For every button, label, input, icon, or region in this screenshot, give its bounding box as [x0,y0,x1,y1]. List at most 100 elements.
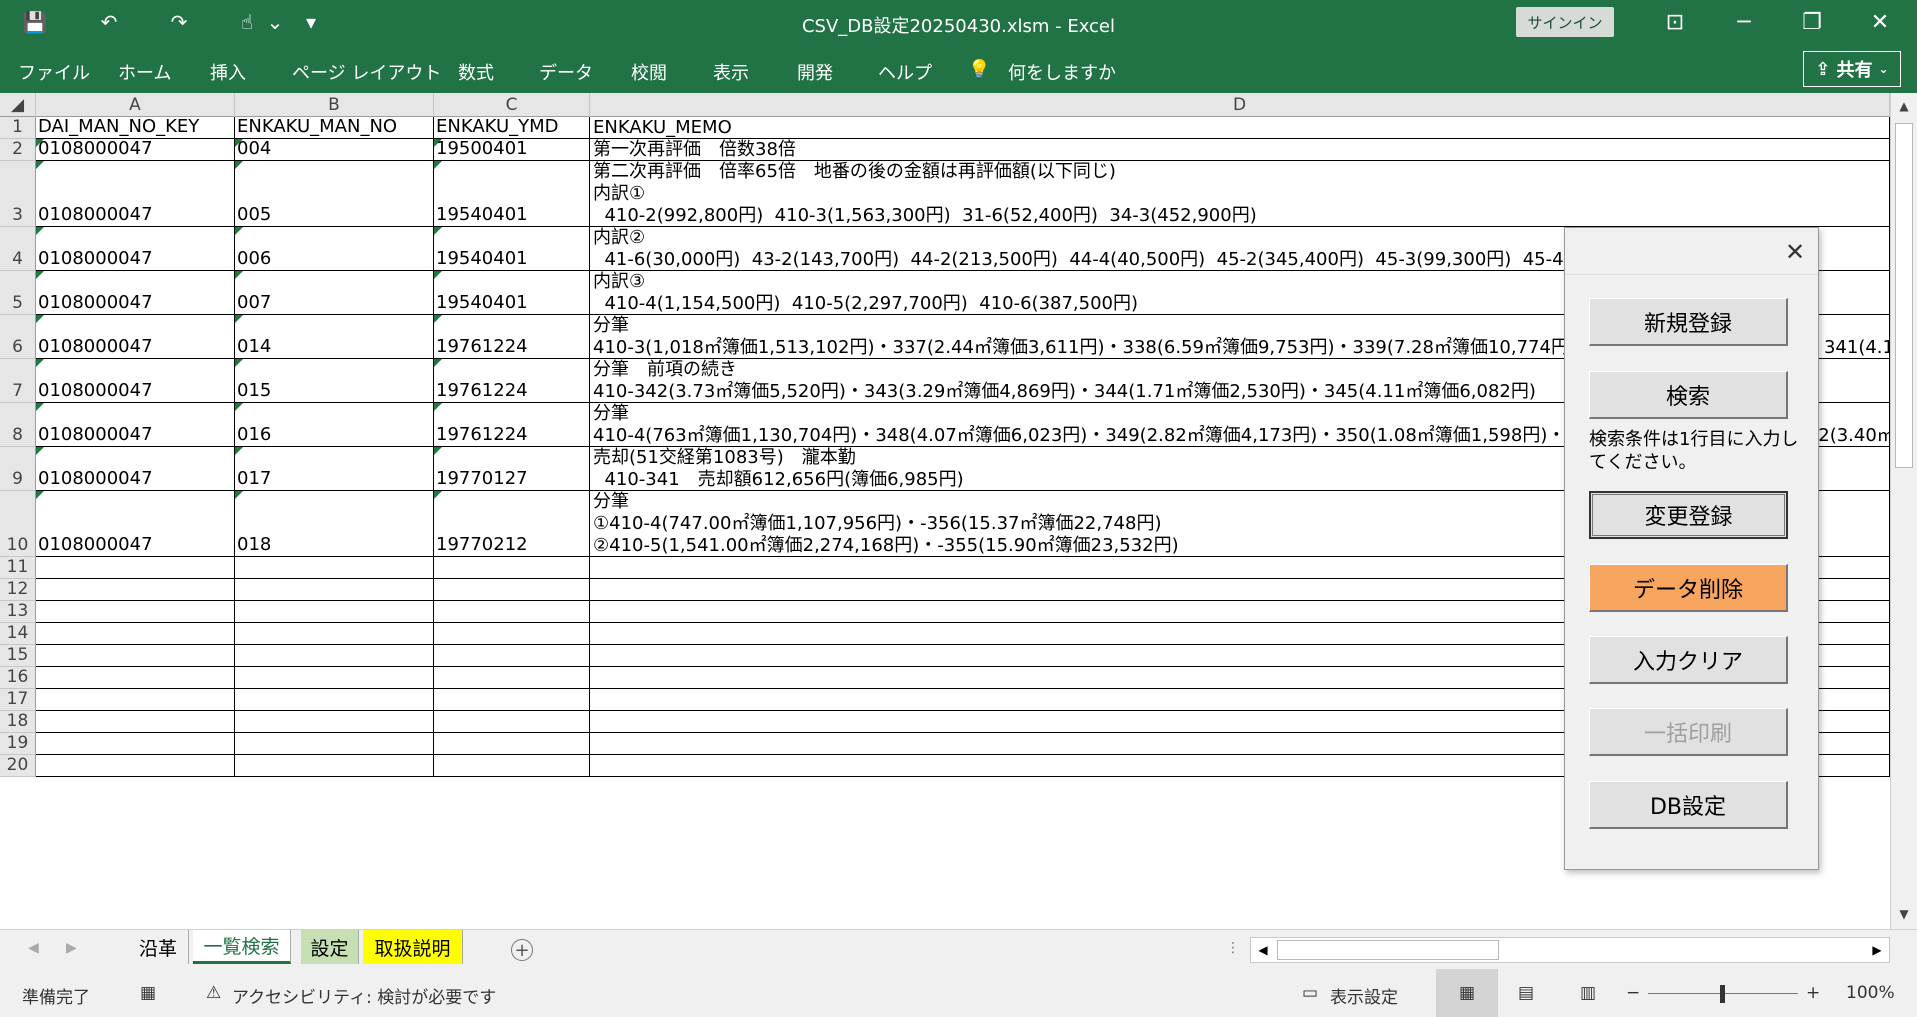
share-button[interactable]: ⇪ 共有 ⌄ [1803,51,1901,87]
tab-help[interactable]: ヘルプ [878,59,932,85]
cell-a[interactable] [36,601,235,623]
row-header[interactable]: 20 [0,755,36,777]
cell-c[interactable]: 19761224 [434,315,590,359]
cell-a[interactable]: 0108000047 [36,359,235,403]
undo-icon[interactable]: ↶ [96,8,122,36]
cell-a[interactable] [36,689,235,711]
macro-record-icon[interactable]: ▦ [140,983,156,1003]
zoom-out-button[interactable]: − [1626,983,1640,1003]
sheet-tab-search-list[interactable]: 一覧検索 [193,930,291,964]
normal-view-icon[interactable]: ▦ [1436,969,1498,1017]
cell-a[interactable] [36,733,235,755]
sheet-tab-enkaku[interactable]: 沿革 [128,930,189,964]
cell-a[interactable]: 0108000047 [36,447,235,491]
row-header[interactable]: 7 [0,359,36,403]
cell-c[interactable]: 19500401 [434,139,590,161]
cell-c[interactable] [434,623,590,645]
page-break-view-icon[interactable]: ▥ [1580,983,1596,1003]
cell-d[interactable]: 第二次再評価 倍率65倍 地番の後の金額は再評価額(以下同じ) 内訳① 410-2… [590,161,1890,227]
customize-qat-icon[interactable]: ▾ [298,8,324,36]
cell-a[interactable]: 0108000047 [36,227,235,271]
row-header[interactable]: 5 [0,271,36,315]
tab-developer[interactable]: 開発 [797,59,833,85]
cell-c[interactable]: 19770127 [434,447,590,491]
cell-b[interactable]: 005 [235,161,434,227]
cell-a[interactable] [36,579,235,601]
column-header-d[interactable]: D [590,93,1890,117]
row-header[interactable]: 14 [0,623,36,645]
cell-a[interactable]: DAI_MAN_NO_KEY [36,117,235,139]
page-layout-view-icon[interactable]: ▤ [1518,983,1534,1003]
vertical-scroll-thumb[interactable] [1895,123,1913,468]
cell-c[interactable]: 19770212 [434,491,590,557]
row-header[interactable]: 18 [0,711,36,733]
cell-d[interactable]: ENKAKU_MEMO [590,117,1890,139]
row-header[interactable]: 15 [0,645,36,667]
delete-data-button[interactable]: データ削除 [1589,564,1788,612]
cell-b[interactable] [235,645,434,667]
cell-b[interactable] [235,667,434,689]
cell-c[interactable] [434,557,590,579]
minimize-icon[interactable]: ─ [1714,0,1774,45]
ribbon-display-options-icon[interactable]: ⊡ [1645,0,1705,45]
zoom-level[interactable]: 100% [1846,983,1895,1003]
cell-c[interactable] [434,711,590,733]
sheet-nav-next-icon[interactable]: ▶ [66,940,77,956]
search-button[interactable]: 検索 [1589,371,1788,419]
row-header[interactable]: 11 [0,557,36,579]
close-icon[interactable]: ✕ [1850,0,1910,45]
scroll-up-icon[interactable]: ▲ [1891,93,1917,119]
cell-c[interactable]: ENKAKU_YMD [434,117,590,139]
cell-b[interactable]: 016 [235,403,434,447]
cell-c[interactable]: 19540401 [434,161,590,227]
cell-b[interactable] [235,733,434,755]
cell-b[interactable] [235,711,434,733]
cell-b[interactable] [235,689,434,711]
cell-a[interactable]: 0108000047 [36,271,235,315]
horizontal-scroll-thumb[interactable] [1277,940,1499,960]
splitter-handle-icon[interactable]: ⋮ [1226,940,1240,956]
zoom-slider-thumb[interactable] [1720,985,1725,1003]
tab-data[interactable]: データ [539,59,593,85]
cell-c[interactable] [434,689,590,711]
row-header[interactable]: 19 [0,733,36,755]
restore-icon[interactable]: ❐ [1782,0,1842,45]
tab-formulas[interactable]: 数式 [458,59,494,85]
tab-file[interactable]: ファイル [18,59,90,85]
accessibility-status[interactable]: アクセシビリティ: 検討が必要です [232,983,496,1008]
cell-b[interactable] [235,601,434,623]
row-header[interactable]: 16 [0,667,36,689]
display-settings-button[interactable]: 表示設定 [1330,983,1398,1008]
cell-c[interactable] [434,579,590,601]
tell-me-search[interactable]: 何をしますか [1008,59,1116,85]
scroll-right-icon[interactable]: ▶ [1865,938,1889,962]
cell-a[interactable]: 0108000047 [36,403,235,447]
sheet-tab-settings[interactable]: 設定 [301,930,359,964]
cell-b[interactable] [235,557,434,579]
column-header-a[interactable]: A [36,93,235,117]
row-header[interactable]: 10 [0,491,36,557]
update-register-button[interactable]: 変更登録 [1589,491,1788,539]
cell-a[interactable] [36,645,235,667]
sheet-tab-manual[interactable]: 取扱説明 [363,930,463,964]
cell-b[interactable]: ENKAKU_MAN_NO [235,117,434,139]
tab-view[interactable]: 表示 [713,59,749,85]
column-header-b[interactable]: B [235,93,434,117]
cell-b[interactable] [235,579,434,601]
clear-input-button[interactable]: 入力クリア [1589,636,1788,684]
cell-a[interactable]: 0108000047 [36,491,235,557]
tab-insert[interactable]: 挿入 [210,59,246,85]
cell-a[interactable] [36,623,235,645]
zoom-in-button[interactable]: + [1806,983,1820,1003]
cell-c[interactable] [434,645,590,667]
tab-review[interactable]: 校閲 [631,59,667,85]
cell-c[interactable]: 19761224 [434,359,590,403]
redo-icon[interactable]: ↷ [166,8,192,36]
tab-home[interactable]: ホーム [118,59,171,85]
cell-b[interactable]: 017 [235,447,434,491]
dropdown-chevron-icon[interactable]: ⌄ [262,8,288,36]
select-all-corner[interactable]: ◢ [0,93,36,117]
cell-c[interactable]: 19540401 [434,227,590,271]
touch-mode-icon[interactable]: ☝ [234,8,260,36]
tab-page-layout[interactable]: ページ レイアウト [292,59,441,85]
